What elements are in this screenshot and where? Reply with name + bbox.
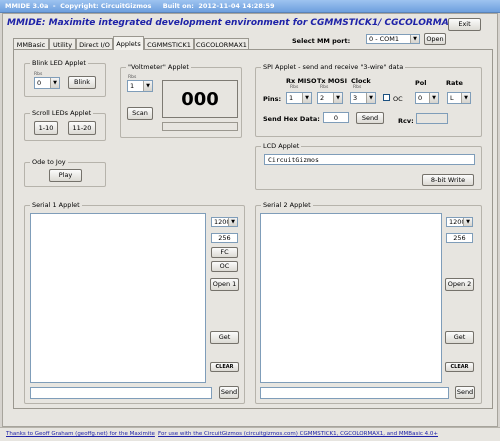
port-open-button[interactable]: Open: [424, 33, 446, 45]
exit-button[interactable]: Exit: [448, 18, 481, 31]
footer-credit-link[interactable]: Thanks to Geoff Graham (geoffg.net) for …: [6, 431, 155, 437]
ode-to-joy-title: Ode to Joy: [30, 158, 68, 166]
serial1-oc-button[interactable]: OC: [211, 261, 238, 272]
spi-pins-label: Pins:: [263, 95, 282, 103]
spi-send-hex-label: Send Hex Data:: [263, 115, 320, 123]
chevron-down-icon[interactable]: ▼: [461, 93, 470, 103]
chevron-down-icon[interactable]: ▼: [50, 78, 59, 88]
spi-tx-label: Tx MOSI: [317, 77, 347, 85]
serial2-baud-select[interactable]: 1200 ▼: [446, 217, 473, 227]
chevron-down-icon[interactable]: ▼: [333, 93, 342, 103]
serial1-baud-select[interactable]: 1200 ▼: [211, 217, 238, 227]
chevron-down-icon[interactable]: ▼: [463, 218, 472, 226]
scroll-11-20-button[interactable]: 11-20: [68, 121, 96, 135]
voltmeter-pin-value: 1: [130, 82, 135, 90]
window-titlebar: MMIDE 3.0a - Copyright: CircuitGizmos Bu…: [0, 0, 500, 13]
spi-rate-label: Rate: [446, 79, 463, 87]
scroll-1-10-button[interactable]: 1-10: [34, 121, 58, 135]
port-label: Select MM port:: [292, 37, 351, 45]
chevron-down-icon[interactable]: ▼: [366, 93, 375, 103]
spi-clock-value: 3: [353, 94, 358, 102]
scroll-leds-title: Scroll LEDs Applet: [30, 109, 94, 117]
serial1-send-input[interactable]: [30, 387, 212, 399]
blink-led-title: Blink LED Applet: [30, 59, 88, 67]
chevron-down-icon[interactable]: ▼: [228, 218, 237, 226]
serial1-send-button[interactable]: Send: [219, 386, 239, 399]
spi-tx-value: 2: [320, 94, 325, 102]
spi-oc-label: OC: [393, 95, 403, 103]
chevron-down-icon[interactable]: ▼: [143, 81, 152, 91]
serial1-get-button[interactable]: Get: [210, 331, 239, 344]
blink-button[interactable]: Blink: [68, 76, 96, 89]
app-banner: MMIDE: Maximite integrated development e…: [7, 18, 462, 28]
voltmeter-readout: 000: [162, 80, 238, 118]
spi-rcv-label: Rcv:: [398, 117, 414, 125]
spi-pol-value: 0: [418, 94, 423, 102]
window-title: MMIDE 3.0a - Copyright: CircuitGizmos Bu…: [5, 2, 275, 10]
voltmeter-progress-bar: [162, 122, 238, 131]
serial2-send-input[interactable]: [260, 387, 449, 399]
chevron-down-icon[interactable]: ▼: [429, 93, 438, 103]
serial1-clear-button[interactable]: CLEAR: [210, 362, 239, 372]
spi-clock-select[interactable]: 3 ▼: [350, 92, 376, 104]
serial1-buffer-input[interactable]: 256: [211, 233, 238, 243]
spi-rx-rbs: Rbs: [290, 85, 299, 90]
serial2-title: Serial 2 Applet: [261, 201, 313, 209]
spi-title: SPI Applet - send and receive "3-wire" d…: [261, 63, 406, 71]
serial1-title: Serial 1 Applet: [30, 201, 82, 209]
spi-send-hex-input[interactable]: 0: [323, 112, 349, 123]
spi-pol-select[interactable]: 0 ▼: [415, 92, 439, 104]
voltmeter-title: "Voltmeter" Applet: [126, 63, 191, 71]
chevron-down-icon[interactable]: ▼: [410, 35, 419, 43]
port-select[interactable]: 0 - COM1 ▼: [366, 34, 420, 44]
spi-rx-select[interactable]: 1 ▼: [286, 92, 312, 104]
serial1-output[interactable]: [30, 213, 206, 383]
serial2-output[interactable]: [260, 213, 442, 383]
serial2-buffer-input[interactable]: 256: [446, 233, 473, 243]
tab-applets[interactable]: Applets: [113, 36, 144, 50]
serial1-fc-button[interactable]: FC: [211, 247, 238, 258]
chevron-down-icon[interactable]: ▼: [302, 93, 311, 103]
port-select-value: 0 - COM1: [369, 35, 400, 43]
spi-rcv-field: [416, 113, 448, 124]
spi-pol-label: Pol: [415, 79, 427, 87]
spi-clock-label: Clock: [351, 77, 371, 85]
spi-send-button[interactable]: Send: [356, 112, 384, 124]
spi-rx-label: Rx MISO: [286, 77, 317, 85]
spi-tx-select[interactable]: 2 ▼: [317, 92, 343, 104]
blink-pin-select[interactable]: 0 ▼: [34, 77, 60, 89]
spi-oc-checkbox[interactable]: [383, 94, 390, 101]
serial2-get-button[interactable]: Get: [445, 331, 474, 344]
lcd-text-input[interactable]: CircuitGizmos: [264, 154, 475, 165]
scan-button[interactable]: Scan: [127, 107, 153, 120]
blink-pin-value: 0: [37, 79, 42, 87]
voltmeter-pin-select[interactable]: 1 ▼: [127, 80, 153, 92]
serial2-open-button[interactable]: Open 2: [445, 278, 474, 291]
footer-bar: Thanks to Geoff Graham (geoffg.net) for …: [0, 427, 500, 441]
serial2-clear-button[interactable]: CLEAR: [445, 362, 474, 372]
spi-rx-value: 1: [289, 94, 294, 102]
spi-rate-value: L: [450, 94, 454, 102]
serial2-send-button[interactable]: Send: [455, 386, 475, 399]
spi-clock-rbs: Rbs: [353, 85, 362, 90]
footer-info-link[interactable]: For use with the CircuitGizmos (circuitg…: [158, 431, 438, 437]
spi-rate-select[interactable]: L ▼: [447, 92, 471, 104]
serial1-open-button[interactable]: Open 1: [210, 278, 239, 291]
lcd-title: LCD Applet: [261, 142, 302, 150]
spi-tx-rbs: Rbs: [320, 85, 329, 90]
play-button[interactable]: Play: [49, 169, 82, 182]
lcd-write-button[interactable]: 8-bit Write: [422, 174, 474, 186]
